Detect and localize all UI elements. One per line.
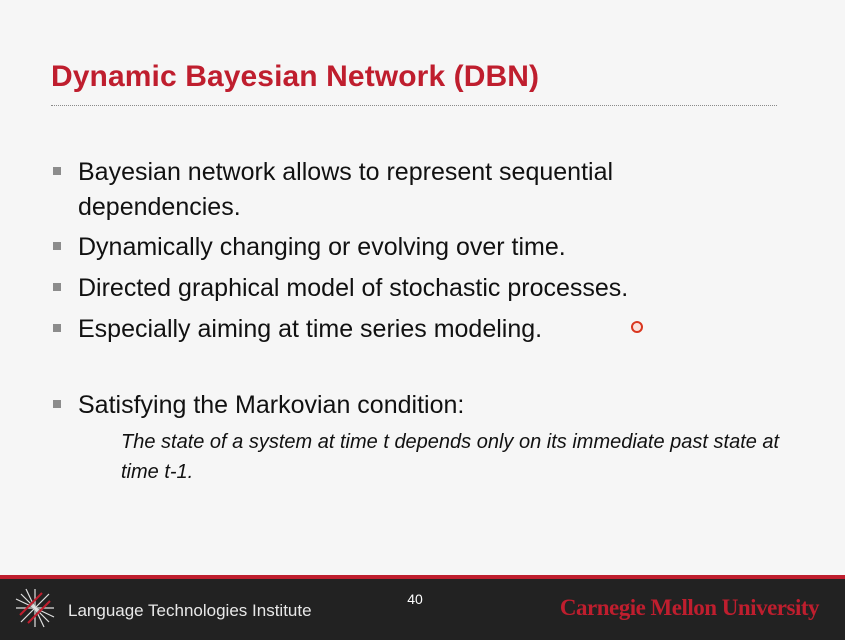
bullet-item: Satisfying the Markovian condition:	[51, 388, 751, 423]
laser-pointer-icon	[631, 321, 643, 333]
lti-network-logo-icon	[15, 588, 55, 628]
footer-bar: Language Technologies Institute 40 Carne…	[0, 575, 845, 640]
slide-title: Dynamic Bayesian Network (DBN)	[51, 60, 540, 93]
bullet-marker-icon	[53, 324, 61, 332]
bullet-marker-icon	[53, 167, 61, 175]
page-number: 40	[407, 591, 423, 607]
university-wordmark: Carnegie Mellon University	[559, 595, 820, 620]
bullet-item: Bayesian network allows to represent seq…	[51, 155, 751, 225]
bullet-text: Especially aiming at time series modelin…	[78, 315, 543, 343]
institute-name: Language Technologies Institute	[68, 601, 312, 620]
bullet-marker-icon	[53, 283, 61, 291]
footer-accent-rule	[0, 575, 845, 579]
bullet-text: Satisfying the Markovian condition:	[78, 391, 465, 419]
bullet-marker-icon	[53, 242, 61, 250]
bullet-text: Dynamically changing or evolving over ti…	[78, 233, 566, 261]
bullet-text: Directed graphical model of stochastic p…	[78, 274, 629, 302]
bullet-item: Dynamically changing or evolving over ti…	[51, 230, 751, 265]
bullet-item: Especially aiming at time series modelin…	[51, 312, 751, 347]
bullet-text: Bayesian network allows to represent seq…	[78, 158, 614, 221]
bullet-marker-icon	[53, 400, 61, 408]
slide: Dynamic Bayesian Network (DBN) Bayesian …	[0, 0, 845, 640]
title-divider	[51, 105, 777, 106]
bullet-item: Directed graphical model of stochastic p…	[51, 271, 751, 306]
markov-condition-text: The state of a system at time t depends …	[121, 431, 780, 483]
